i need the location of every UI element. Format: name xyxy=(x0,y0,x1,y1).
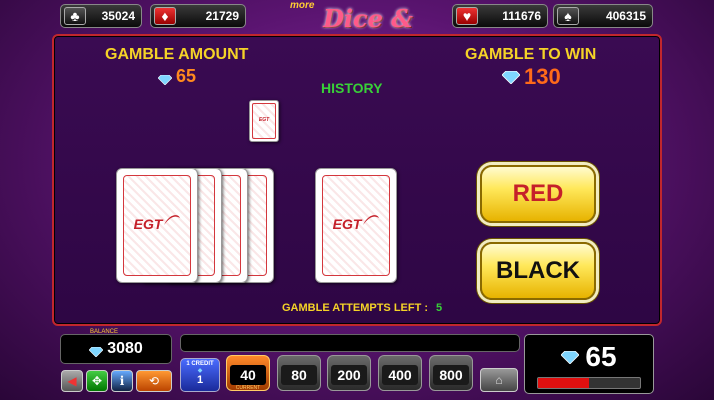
history-label: HISTORY xyxy=(321,80,383,96)
gamble-amount: 65 xyxy=(157,66,197,87)
info-icon[interactable]: i xyxy=(111,370,133,392)
bet-option-button[interactable]: 800 xyxy=(429,355,473,391)
message-bar xyxy=(180,334,520,352)
draw-card: EGT xyxy=(315,168,397,283)
diamond-icon xyxy=(560,350,580,364)
gamble-attempts-value: 5 xyxy=(436,302,443,314)
gamble-to-win-label: GAMBLE TO WIN xyxy=(465,46,597,63)
egt-swoosh-icon xyxy=(164,215,181,226)
jackpot-spades: ♠ 406315 xyxy=(553,4,653,28)
bet-option-button[interactable]: 400 xyxy=(378,355,422,391)
bet-option-value: 200 xyxy=(331,365,367,385)
card-brand: EGT xyxy=(332,216,362,233)
win-value: 65 xyxy=(585,341,617,372)
gamble-amount-label: GAMBLE AMOUNT xyxy=(105,46,249,63)
jackpot-spades-value: 406315 xyxy=(605,9,646,23)
diamond-icon xyxy=(88,344,104,358)
spades-icon: ♠ xyxy=(557,7,579,25)
game-logo: more Dice & Roll xyxy=(284,0,434,62)
fullscreen-icon[interactable]: ✥ xyxy=(86,370,108,392)
credit-box[interactable]: 1 CREDIT ◆ 1 xyxy=(180,358,220,392)
gamble-to-win: 130 xyxy=(501,64,561,90)
jackpot-clubs-value: 35024 xyxy=(101,9,135,23)
deck-card: EGT xyxy=(116,168,198,283)
card-brand: EGT xyxy=(133,216,163,233)
home-icon[interactable]: ⌂ xyxy=(480,368,518,392)
diamond-icon xyxy=(501,70,521,84)
egt-swoosh-icon xyxy=(363,215,380,226)
current-bet-value: 40 xyxy=(230,365,266,385)
bet-option-button[interactable]: 200 xyxy=(327,355,371,391)
diamond-icon: ◆ xyxy=(197,368,203,374)
gamble-to-win-value: 130 xyxy=(524,64,561,89)
history-card: EGT xyxy=(249,100,279,142)
clubs-icon: ♣ xyxy=(64,7,86,25)
jackpot-diamonds: ♦ 21729 xyxy=(150,4,246,28)
gamble-attempts: GAMBLE ATTEMPTS LEFT : 5 xyxy=(282,302,442,314)
sound-icon[interactable]: ◀ xyxy=(61,370,83,392)
bet-option-value: 800 xyxy=(433,365,469,385)
hearts-icon: ♥ xyxy=(456,7,478,25)
diamond-icon xyxy=(157,72,173,85)
jackpot-hearts: ♥ 111676 xyxy=(452,4,548,28)
red-button[interactable]: RED xyxy=(480,165,596,223)
jackpot-clubs: ♣ 35024 xyxy=(60,4,142,28)
card-brand: EGT xyxy=(258,117,270,123)
diamonds-icon: ♦ xyxy=(154,7,176,25)
bet-option-button[interactable]: 80 xyxy=(277,355,321,391)
gamble-amount-value: 65 xyxy=(176,66,197,86)
win-display: 65 xyxy=(525,341,653,373)
gamble-attempts-label: GAMBLE ATTEMPTS LEFT : xyxy=(282,302,429,314)
bet-option-value: 400 xyxy=(382,365,418,385)
win-box: 65 xyxy=(524,334,654,394)
win-progress-fill xyxy=(538,378,589,388)
current-bet-button[interactable]: 40 CURRENT xyxy=(226,355,270,391)
black-button[interactable]: BLACK xyxy=(480,242,596,300)
current-bet-caption: CURRENT xyxy=(235,385,261,391)
jackpot-diamonds-value: 21729 xyxy=(205,9,239,23)
autoplay-icon[interactable]: ⟲ xyxy=(136,370,172,392)
credit-value: 1 xyxy=(196,374,204,386)
bet-option-value: 80 xyxy=(281,365,317,385)
balance-box: 3080 xyxy=(60,334,172,364)
jackpot-hearts-value: 111676 xyxy=(502,9,541,23)
win-progress-bar xyxy=(537,377,641,389)
balance-value: 3080 xyxy=(107,340,143,357)
